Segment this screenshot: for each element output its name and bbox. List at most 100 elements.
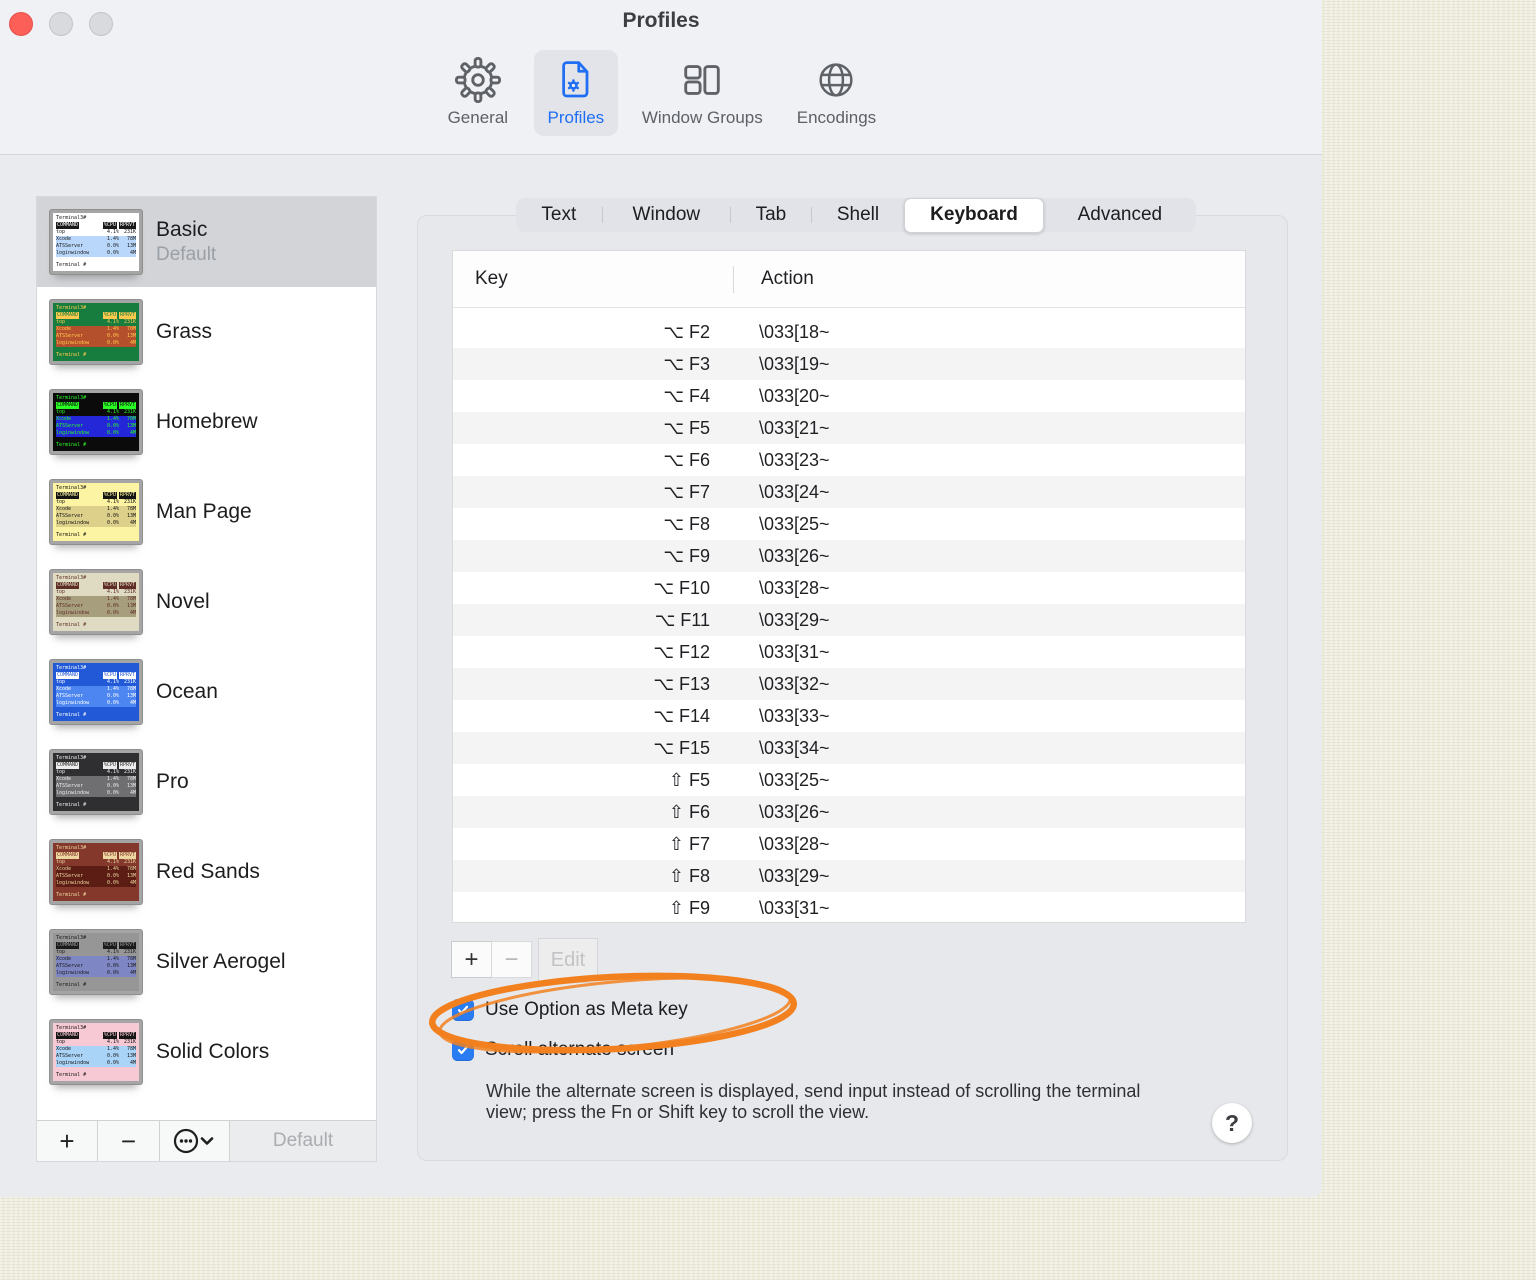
key-cell: ⌥ F11 [654, 609, 710, 630]
action-cell: \033[31~ [759, 641, 830, 662]
edit-mapping-button[interactable]: Edit [538, 938, 598, 983]
scroll-alternate-screen-checkbox-row: Scroll alternate screen [452, 1039, 674, 1061]
profile-list-item-ocean[interactable]: Terminal3# COMMAND %CPU RPRVT top 4.1% 231K X… [37, 647, 376, 737]
toolbar-item-label: General [447, 108, 509, 127]
table-row[interactable]: ⌥ F15 \033[34~ [453, 732, 1245, 764]
table-row[interactable]: ⇧ F8 \033[29~ [453, 860, 1245, 892]
tab-window[interactable]: Window [603, 198, 730, 232]
profile-tabs: Text Window Tab Shell Keyboard Advanced [516, 197, 1196, 233]
mapping-buttons: + − Edit [451, 938, 598, 983]
profile-subtitle: Default [156, 244, 217, 265]
table-row[interactable]: ⌥ F5 \033[21~ [453, 412, 1245, 444]
remove-mapping-button[interactable]: − [491, 941, 532, 978]
profile-list-item-red-sands[interactable]: Terminal3# COMMAND %CPU RPRVT top 4.1% 231K X… [37, 827, 376, 917]
toolbar-item-general[interactable]: General [436, 50, 520, 136]
table-row[interactable]: ⌥ F6 \033[23~ [453, 444, 1245, 476]
set-default-button[interactable]: Default [230, 1121, 376, 1161]
checkmark-icon [457, 1005, 469, 1015]
column-header-key[interactable]: Key [453, 268, 508, 290]
action-cell: \033[24~ [759, 481, 830, 502]
window-title: Profiles [622, 9, 700, 32]
profile-name: Solid Colors [156, 1040, 270, 1063]
table-row[interactable]: ⌥ F4 \033[20~ [453, 380, 1245, 412]
add-mapping-button[interactable]: + [451, 941, 492, 978]
profile-name: Novel [156, 590, 210, 613]
gear-icon [454, 56, 501, 104]
profile-list-item-silver-aerogel[interactable]: Terminal3# COMMAND %CPU RPRVT top 4.1% 231K X… [37, 917, 376, 1007]
use-option-as-meta-label: Use Option as Meta key [485, 999, 688, 1020]
profile-list-item-pro[interactable]: Terminal3# COMMAND %CPU RPRVT top 4.1% 231K X… [37, 737, 376, 827]
key-cell: ⌥ F12 [653, 641, 710, 662]
preferences-window: Profiles General Profiles Window Groups [0, 0, 1322, 1197]
column-divider[interactable] [733, 266, 734, 293]
action-cell: \033[23~ [759, 449, 830, 470]
action-cell: \033[29~ [759, 609, 830, 630]
action-cell: \033[26~ [759, 545, 830, 566]
toolbar-item-profiles[interactable]: Profiles [533, 50, 618, 136]
key-cell: ⌥ F13 [653, 673, 710, 694]
table-row[interactable]: ⌥ F13 \033[32~ [453, 668, 1245, 700]
profile-thumbnail: Terminal3# COMMAND %CPU RPRVT top 4.1% 231K X… [50, 840, 142, 904]
table-row[interactable]: ⇧ F6 \033[26~ [453, 796, 1245, 828]
profile-thumbnail: Terminal3# COMMAND %CPU RPRVT top 4.1% 231K X… [50, 930, 142, 994]
table-row[interactable]: ⌥ F3 \033[19~ [453, 348, 1245, 380]
help-button[interactable]: ? [1212, 1103, 1252, 1143]
tab-text[interactable]: Text [516, 198, 602, 232]
key-cell: ⇧ F6 [668, 801, 710, 822]
column-header-action[interactable]: Action [761, 268, 814, 290]
table-row[interactable]: ⌥ F10 \033[28~ [453, 572, 1245, 604]
profile-list-item-grass[interactable]: Terminal3# COMMAND %CPU RPRVT top 4.1% 231K X… [37, 287, 376, 377]
profile-name: Pro [156, 770, 189, 793]
key-mappings-table: Key Action ⌥ F2 \033[18~ ⌥ F3 \033[19~ ⌥… [452, 250, 1246, 923]
action-cell: \033[21~ [759, 417, 830, 438]
toolbar-item-label: Encodings [796, 108, 877, 127]
scroll-alternate-screen-checkbox[interactable] [452, 1039, 474, 1061]
table-row[interactable]: ⌥ F9 \033[26~ [453, 540, 1245, 572]
tab-advanced[interactable]: Advanced [1044, 198, 1196, 232]
use-option-as-meta-checkbox[interactable] [452, 999, 474, 1021]
globe-icon [819, 63, 854, 97]
profile-thumbnail: Terminal3# COMMAND %CPU RPRVT top 4.1% 231K X… [50, 660, 142, 724]
key-cell: ⌥ F9 [663, 545, 710, 566]
key-cell: ⇧ F9 [668, 897, 710, 918]
toolbar-item-encodings[interactable]: Encodings [787, 50, 886, 136]
profile-list-item-solid-colors[interactable]: Terminal3# COMMAND %CPU RPRVT top 4.1% 231K X… [37, 1007, 376, 1097]
key-cell: ⌥ F7 [663, 481, 710, 502]
titlebar: Profiles General Profiles Window Groups [0, 0, 1322, 155]
table-row[interactable]: ⌥ F8 \033[25~ [453, 508, 1245, 540]
action-cell: \033[25~ [759, 769, 830, 790]
profile-list-item-basic[interactable]: Terminal3# COMMAND %CPU RPRVT top 4.1% 231K X… [37, 197, 376, 287]
key-cell: ⌥ F2 [663, 321, 710, 342]
table-row[interactable]: ⇧ F9 \033[31~ [453, 892, 1245, 922]
remove-profile-button[interactable]: − [98, 1121, 160, 1161]
add-profile-button[interactable]: + [37, 1121, 98, 1161]
profile-list-item-homebrew[interactable]: Terminal3# COMMAND %CPU RPRVT top 4.1% 231K X… [37, 377, 376, 467]
profile-doc-icon [554, 56, 598, 104]
table-row[interactable]: ⌥ F2 \033[18~ [453, 316, 1245, 348]
profile-name: Grass [156, 320, 213, 343]
tab-shell[interactable]: Shell [812, 198, 905, 232]
profile-name: Red Sands [156, 860, 260, 883]
table-row[interactable]: ⇧ F5 \033[25~ [453, 764, 1245, 796]
table-row[interactable]: ⌥ F12 \033[31~ [453, 636, 1245, 668]
key-cell: ⌥ F14 [653, 705, 710, 726]
alternate-screen-caption: While the alternate screen is displayed,… [486, 1081, 1141, 1122]
profile-list-item-novel[interactable]: Terminal3# COMMAND %CPU RPRVT top 4.1% 231K X… [37, 557, 376, 647]
table-row[interactable]: ⇧ F7 \033[28~ [453, 828, 1245, 860]
key-cell: ⇧ F5 [668, 769, 710, 790]
table-row[interactable]: ⌥ F7 \033[24~ [453, 476, 1245, 508]
profile-actions-menu-button[interactable] [160, 1121, 230, 1161]
table-row[interactable]: ⌥ F14 \033[33~ [453, 700, 1245, 732]
action-cell: \033[28~ [759, 577, 830, 598]
tab-tab[interactable]: Tab [731, 198, 811, 232]
table-row[interactable]: ⌥ F11 \033[29~ [453, 604, 1245, 636]
action-cell: \033[25~ [759, 513, 830, 534]
key-cell: ⇧ F8 [668, 865, 710, 886]
key-cell: ⌥ F5 [663, 417, 710, 438]
key-cell: ⌥ F3 [663, 353, 710, 374]
tab-keyboard[interactable]: Keyboard [904, 197, 1044, 233]
profile-thumbnail: Terminal3# COMMAND %CPU RPRVT top 4.1% 231K X… [50, 750, 142, 814]
profile-list-item-man-page[interactable]: Terminal3# COMMAND %CPU RPRVT top 4.1% 231K X… [37, 467, 376, 557]
toolbar-item-window-groups[interactable]: Window Groups [632, 50, 773, 136]
toolbar-item-label: Window Groups [641, 108, 763, 127]
